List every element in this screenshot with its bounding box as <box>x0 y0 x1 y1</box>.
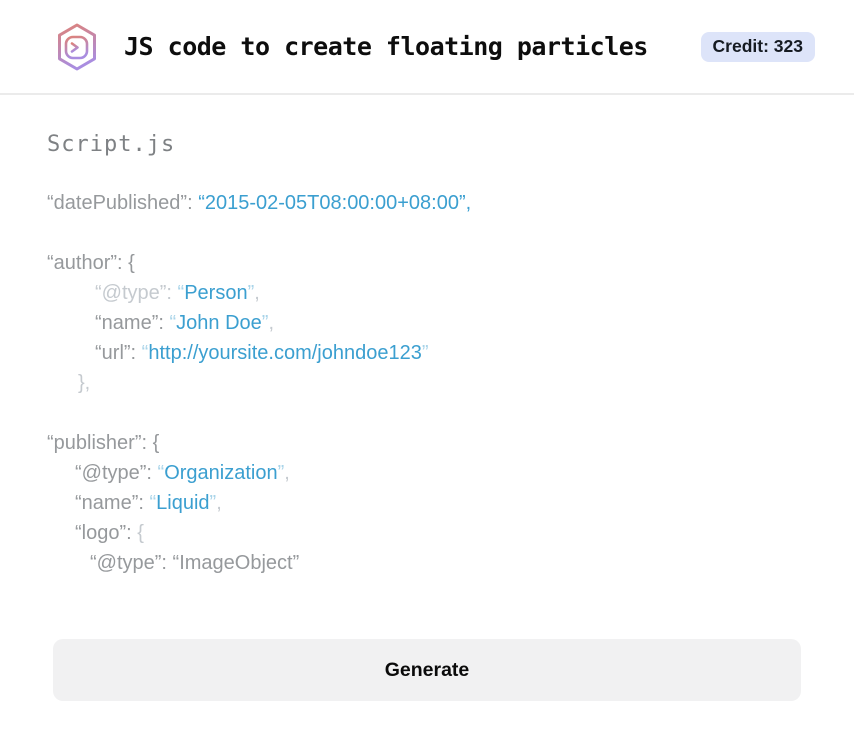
code-token: “@type”: <box>95 282 178 304</box>
code-token: “publisher”: { <box>47 432 160 454</box>
code-line: “author”: { <box>47 248 807 278</box>
credit-badge: Credit: 323 <box>700 31 815 62</box>
code-line: “name”: “Liquid”, <box>47 488 807 518</box>
code-token: “logo”: <box>75 522 138 544</box>
code-line: “@type”: “Person”, <box>47 278 807 308</box>
code-line: “@type”: “ImageObject” <box>47 548 807 578</box>
code-token: “datePublished”: <box>47 192 199 214</box>
code-token: }, <box>78 372 91 394</box>
code-token: “2015-02-05T08:00:00+08:00”, <box>198 192 472 214</box>
page-title: JS code to create floating particles <box>124 32 648 61</box>
code-line: }, <box>47 368 807 398</box>
code-token: { <box>137 522 144 544</box>
main-content: Script.js “datePublished”: “2015-02-05T0… <box>0 132 854 578</box>
app-header: JS code to create floating particles Cre… <box>0 0 854 95</box>
code-token: , <box>254 282 260 304</box>
code-token: Person <box>184 282 248 304</box>
code-line: “name”: “John Doe”, <box>47 308 807 338</box>
code-line: “url”: “http://yoursite.com/johndoe123” <box>47 338 807 368</box>
code-token: , <box>284 462 290 484</box>
code-token: , <box>268 312 274 334</box>
code-token: “url”: <box>95 342 142 364</box>
code-token: ” <box>421 342 429 364</box>
code-token: , <box>216 492 222 514</box>
code-token: “name”: <box>95 312 170 334</box>
terminal-prompt-hexagon-icon <box>58 23 96 70</box>
code-line: “publisher”: { <box>47 428 807 458</box>
code-token: “@type”: <box>75 462 158 484</box>
code-token: “author”: { <box>47 252 135 274</box>
generate-button[interactable]: Generate <box>53 639 801 701</box>
code-token: “@type”: “ImageObject” <box>90 552 300 574</box>
code-block: “datePublished”: “2015-02-05T08:00:00+08… <box>47 188 807 578</box>
code-line: “@type”: “Organization”, <box>47 458 807 488</box>
footer: Generate <box>0 639 854 701</box>
code-token: “name”: <box>75 492 150 514</box>
script-filename: Script.js <box>47 132 176 157</box>
code-token: Organization <box>164 462 278 484</box>
code-token: Liquid <box>156 492 210 514</box>
code-token: John Doe <box>176 312 262 334</box>
code-token: http://yoursite.com/johndoe123 <box>148 342 422 364</box>
code-line: “logo”: { <box>47 518 807 548</box>
code-line: “datePublished”: “2015-02-05T08:00:00+08… <box>47 188 807 218</box>
